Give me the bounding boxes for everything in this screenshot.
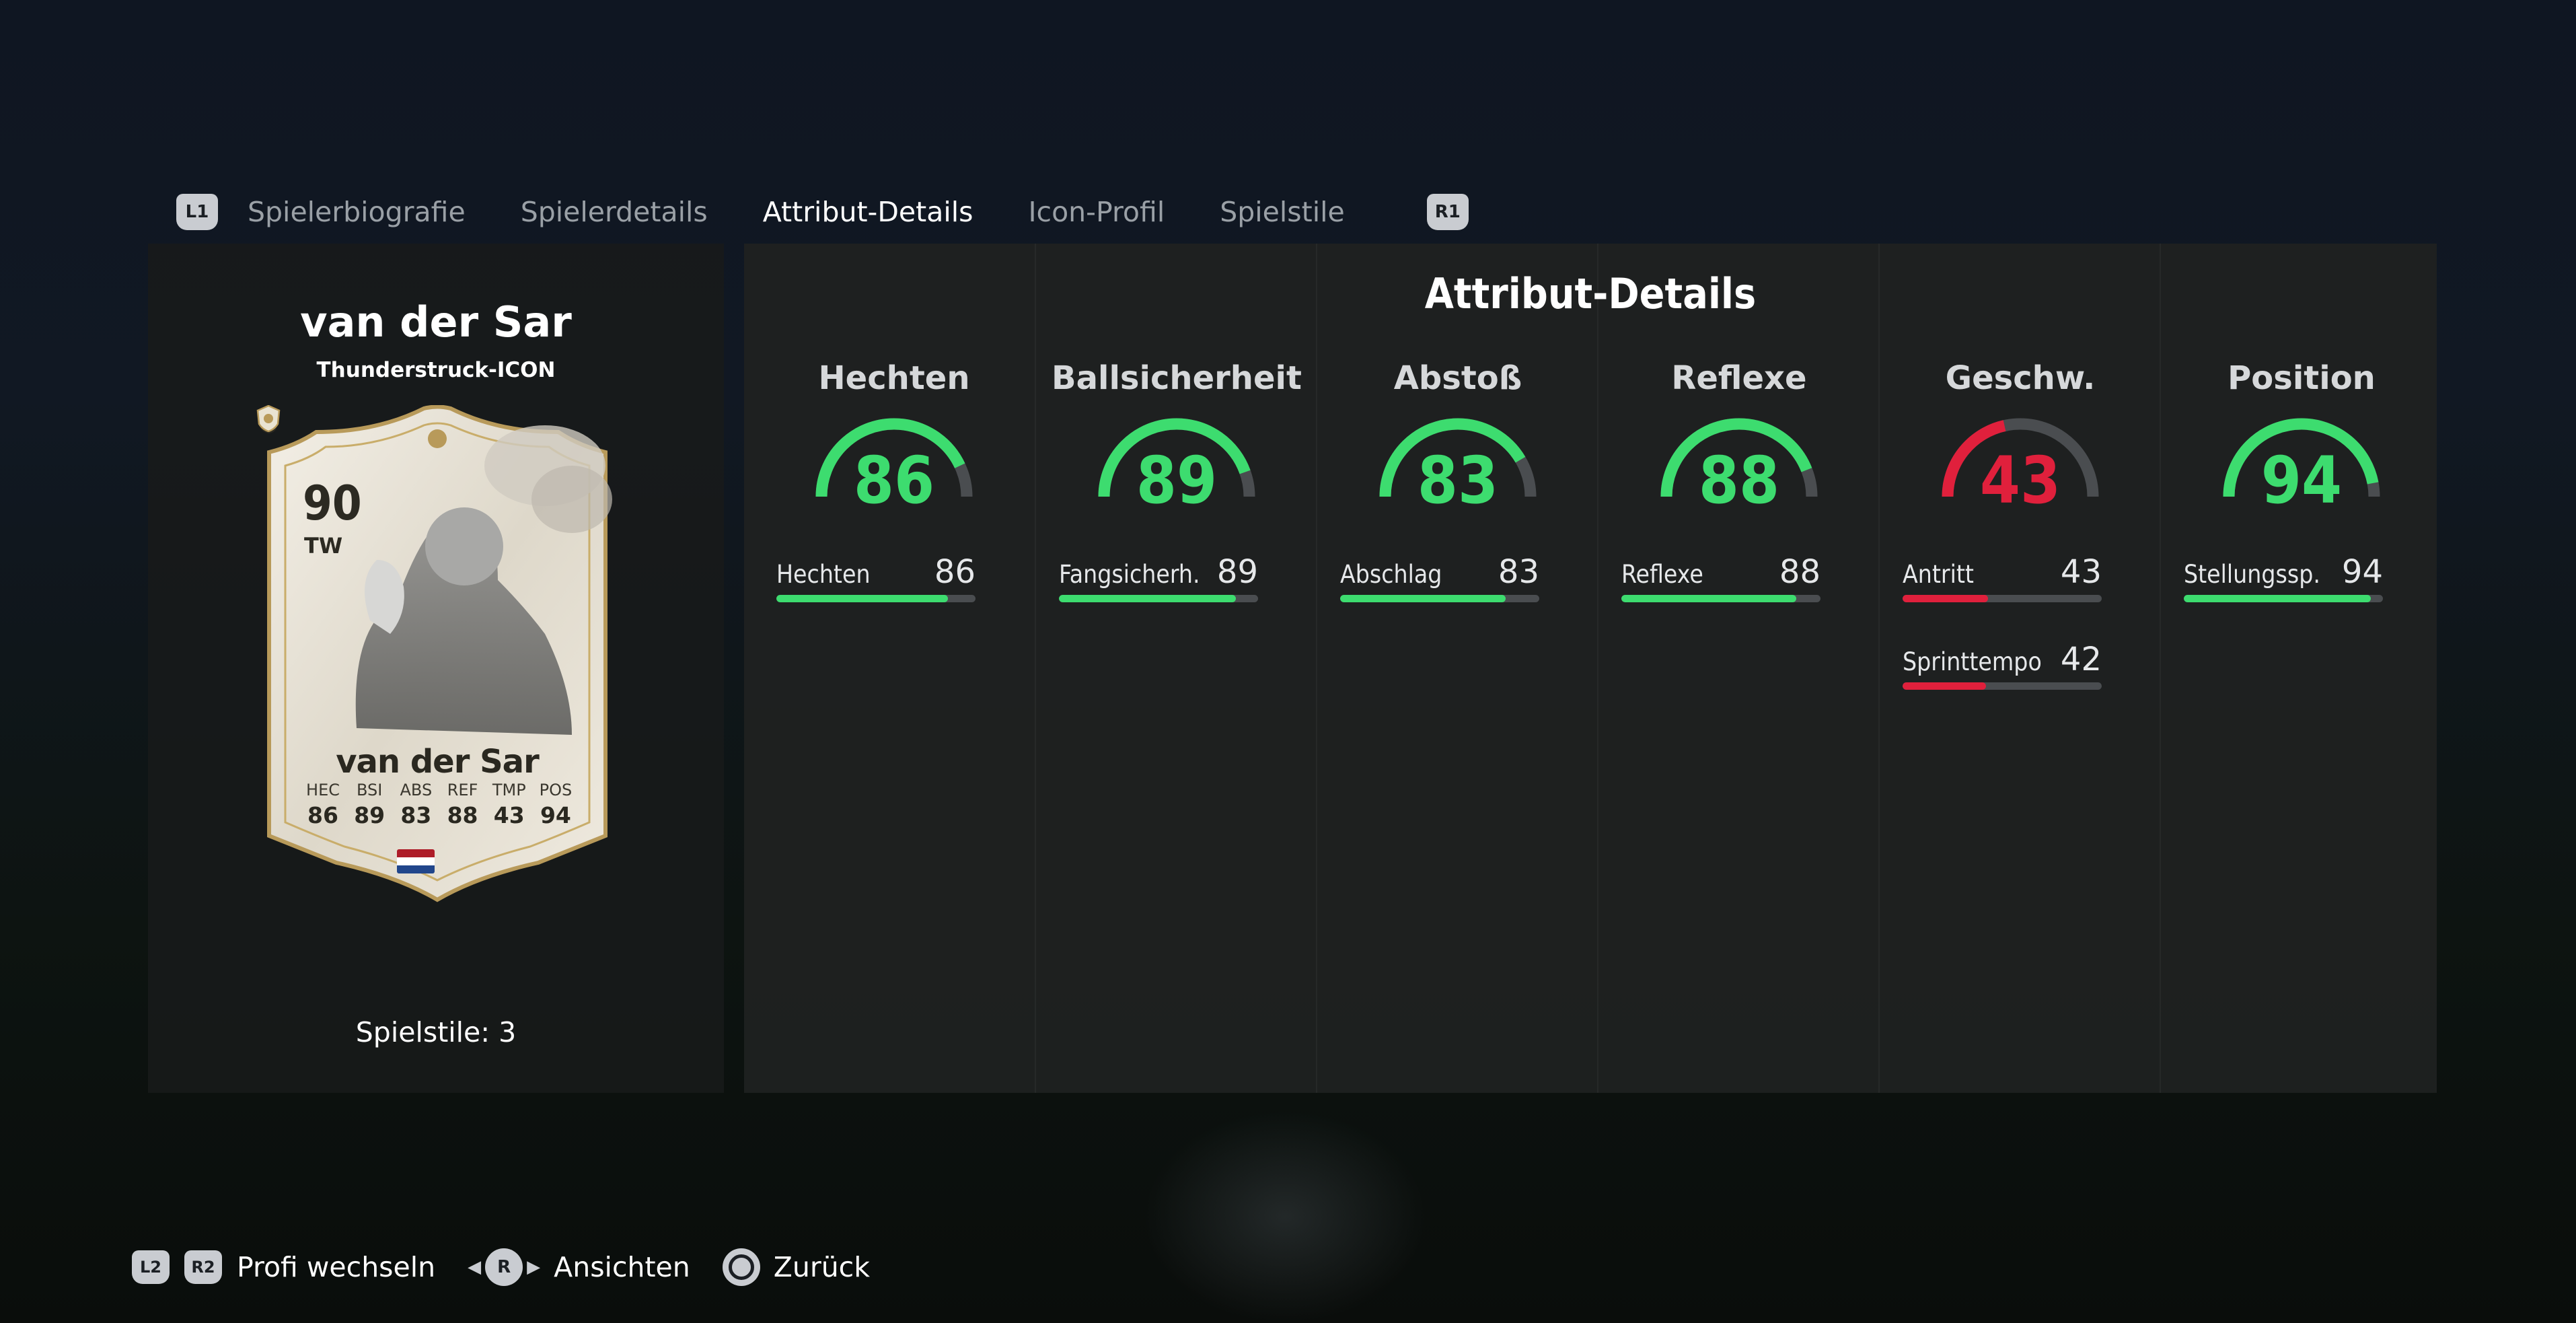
attribute-category-value: 89 <box>1136 443 1218 518</box>
card-stats: HEC 86 BSI 89 ABS 83 REF 88 TMP 43 POS 9… <box>301 781 577 828</box>
icon-badge-icon <box>256 405 281 432</box>
back-label[interactable]: Zurück <box>774 1251 870 1283</box>
circle-ring <box>728 1254 754 1280</box>
card-player-name: van der Sar <box>336 743 540 781</box>
sub-attribute-value: 86 <box>934 553 976 591</box>
views-label[interactable]: Ansichten <box>554 1251 690 1283</box>
sub-attribute-bar <box>1621 595 1820 602</box>
attribute-details-panel: Attribut-Details Hechten 86 Hechten 86 Balls… <box>744 244 2437 1093</box>
stick-button: R <box>485 1248 523 1286</box>
sub-attribute-label: Antritt <box>1903 560 1974 589</box>
sub-attribute-label: Sprinttempo <box>1903 647 2042 676</box>
right-stick-icon[interactable]: ◀ R ▶ <box>468 1248 540 1286</box>
tab-spielstile[interactable]: Spielstile <box>1220 196 1345 228</box>
sub-attribute-label: Reflexe <box>1621 560 1703 589</box>
sub-attribute-value: 43 <box>2060 553 2102 591</box>
sub-attribute-bar <box>1903 682 2102 690</box>
player-panel: van der Sar Thunderstruck-ICON 90 TW van… <box>148 244 724 1093</box>
attribute-category-title: Reflexe <box>1671 359 1807 397</box>
attribute-column: Geschw. 43 Antritt 43 Sprinttempo 42 <box>1878 244 2161 1093</box>
card-stat-value: 94 <box>540 802 571 828</box>
sub-attribute-bar-fill <box>1903 595 1989 602</box>
card-rating: 90 <box>303 476 362 531</box>
attribute-category-title: Hechten <box>818 359 970 397</box>
card-stat-bsi: BSI 89 <box>348 781 391 828</box>
attribute-category-value: 94 <box>2260 443 2343 518</box>
attribute-category-value: 88 <box>1698 443 1780 518</box>
attribute-category-value: 43 <box>1979 443 2061 518</box>
l1-button-icon[interactable]: L1 <box>176 194 218 230</box>
sub-attribute-value: 94 <box>2341 553 2383 591</box>
sub-attribute-value: 42 <box>2060 641 2102 678</box>
sub-attribute-bar <box>776 595 976 602</box>
r2-button-icon[interactable]: R2 <box>184 1250 222 1284</box>
sub-attribute-label: Abschlag <box>1340 560 1442 589</box>
attribute-category-value: 83 <box>1417 443 1499 518</box>
sub-attribute-bar <box>2184 595 2383 602</box>
attribute-column: Reflexe 88 Reflexe 88 <box>1597 244 1880 1093</box>
player-name: van der Sar <box>300 297 572 347</box>
sub-attribute-bar <box>1903 595 2102 602</box>
r1-button-icon[interactable]: R1 <box>1426 194 1469 230</box>
sub-attribute-bar-fill <box>1059 595 1237 602</box>
player-card[interactable]: 90 TW van der Sar HEC 86 BSI 89 ABS 83 R… <box>256 405 619 903</box>
card-stat-label: REF <box>447 781 478 799</box>
sub-attribute-bar <box>1340 595 1539 602</box>
card-stat-ref: REF 88 <box>441 781 484 828</box>
card-stat-value: 83 <box>400 802 432 828</box>
sub-attribute-bar-fill <box>1621 595 1797 602</box>
controller-hints: L2 R2 Profi wechseln ◀ R ▶ Ansichten Zur… <box>132 1246 902 1288</box>
switch-player-label[interactable]: Profi wechseln <box>237 1251 435 1283</box>
card-stat-value: 43 <box>493 802 525 828</box>
tab-icon-profil[interactable]: Icon-Profil <box>1028 196 1165 228</box>
background-glow <box>1144 1110 1426 1323</box>
card-stat-value: 89 <box>354 802 385 828</box>
card-stat-value: 86 <box>307 802 338 828</box>
card-stat-value: 88 <box>447 802 478 828</box>
sub-attribute-value: 88 <box>1779 553 1820 591</box>
sub-attribute-label: Fangsicherh. <box>1059 560 1200 589</box>
circle-button-icon[interactable] <box>722 1248 760 1286</box>
attribute-category-title: Position <box>2228 359 2376 397</box>
attribute-category-title: Ballsicherheit <box>1052 359 1302 397</box>
card-stat-label: BSI <box>357 781 383 799</box>
card-stat-tmp: TMP 43 <box>488 781 531 828</box>
attribute-column: Abstoß 83 Abschlag 83 <box>1316 244 1598 1093</box>
attribute-category-title: Abstoß <box>1393 359 1522 397</box>
attribute-category-value: 86 <box>853 443 935 518</box>
sub-attribute-bar-fill <box>1903 682 1987 690</box>
card-stat-abs: ABS 83 <box>394 781 437 828</box>
card-edition: Thunderstruck-ICON <box>316 358 556 382</box>
arrow-right-icon: ▶ <box>527 1257 541 1277</box>
card-position: TW <box>304 533 343 559</box>
attribute-column: Position 94 Stellungssp. 94 <box>2160 244 2442 1093</box>
card-stat-label: TMP <box>492 781 526 799</box>
attribute-column: Ballsicherheit 89 Fangsicherh. 89 <box>1035 244 1317 1093</box>
sub-attribute-value: 89 <box>1216 553 1258 591</box>
tab-spielerbiografie[interactable]: Spielerbiografie <box>248 196 466 228</box>
sub-attribute-label: Hechten <box>776 560 871 589</box>
tab-spielerdetails[interactable]: Spielerdetails <box>521 196 708 228</box>
card-stat-label: ABS <box>400 781 433 799</box>
sub-attribute-bar-fill <box>776 595 948 602</box>
sub-attribute-label: Stellungssp. <box>2184 560 2320 589</box>
attribute-column: Hechten 86 Hechten 86 <box>753 244 1035 1093</box>
tab-bar: L1 Spielerbiografie Spielerdetails Attri… <box>176 182 1469 242</box>
l2-button-icon[interactable]: L2 <box>132 1250 170 1284</box>
playstyles-count: Spielstile: 3 <box>355 1016 517 1048</box>
card-stat-label: HEC <box>306 781 340 799</box>
sub-attribute-bar-fill <box>2184 595 2371 602</box>
attribute-category-title: Geschw. <box>1945 359 2096 397</box>
sub-attribute-bar-fill <box>1340 595 1506 602</box>
sub-attribute-value: 83 <box>1498 553 1539 591</box>
tab-attribut-details[interactable]: Attribut-Details <box>763 196 973 228</box>
netherlands-flag-icon <box>397 849 435 873</box>
card-stat-pos: POS 94 <box>534 781 577 828</box>
card-stat-label: POS <box>539 781 573 799</box>
arrow-left-icon: ◀ <box>468 1257 482 1277</box>
card-stat-hec: HEC 86 <box>301 781 344 828</box>
sub-attribute-bar <box>1059 595 1258 602</box>
